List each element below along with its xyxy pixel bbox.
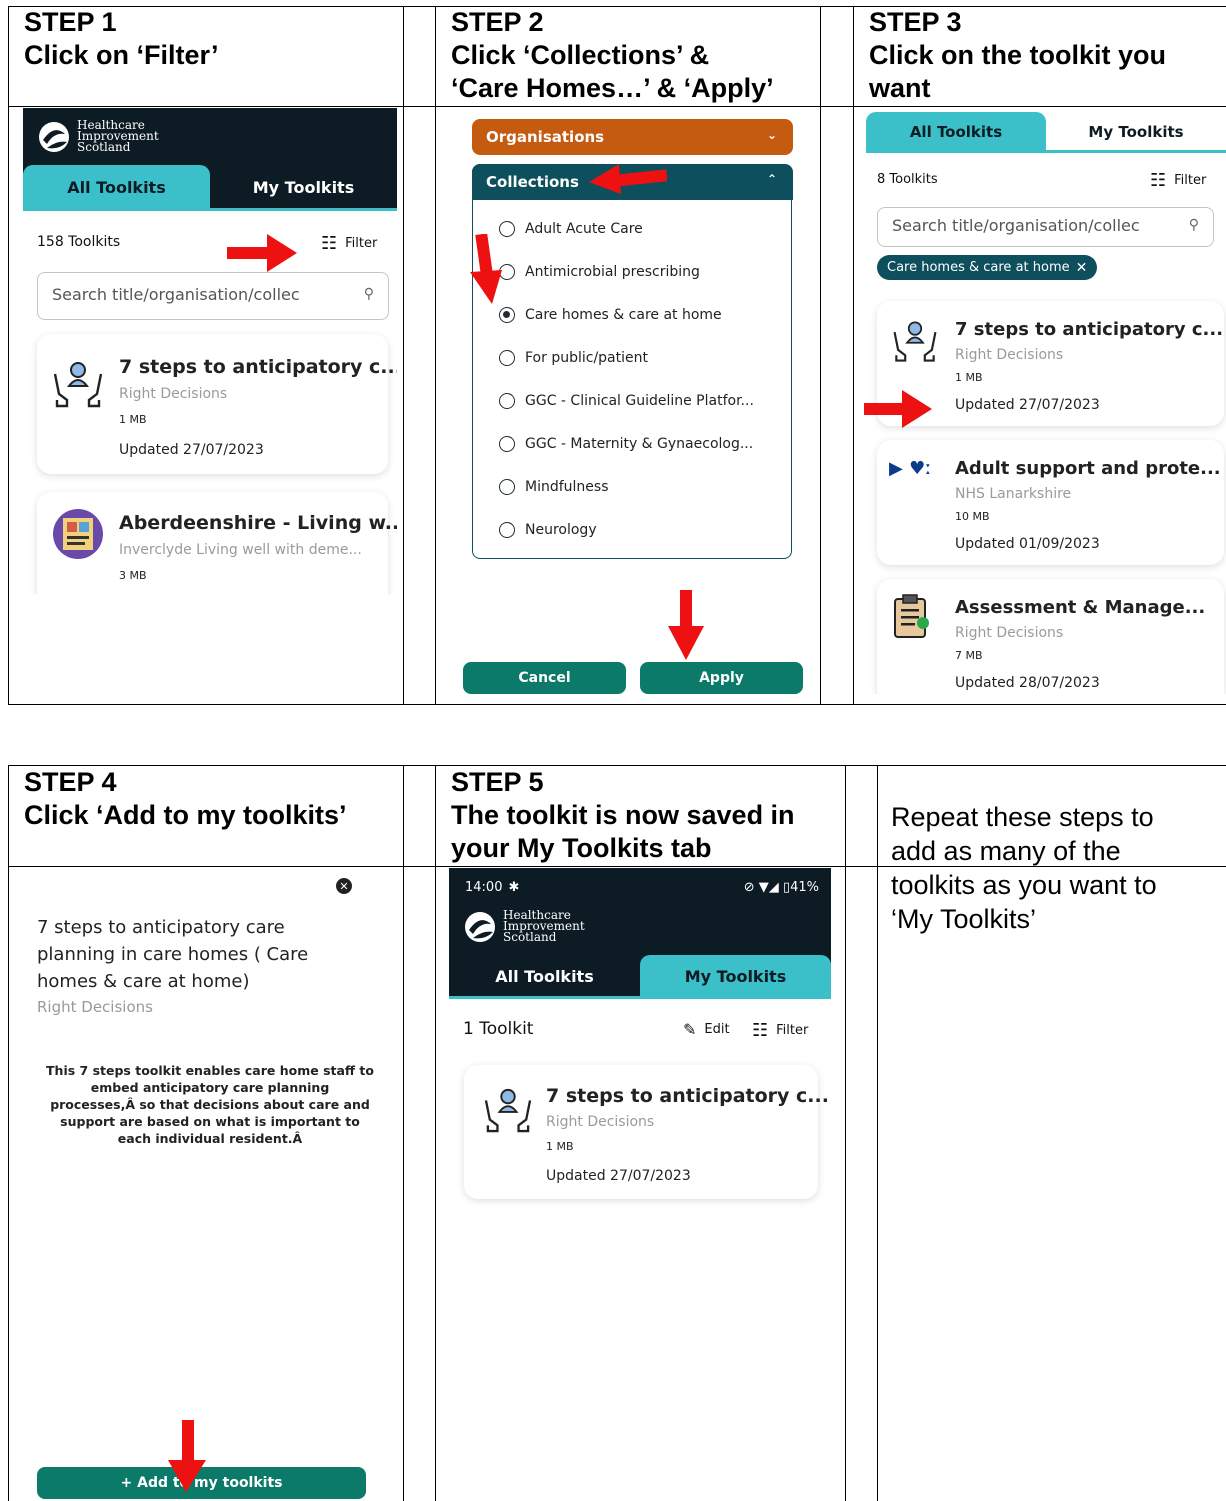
collection-option[interactable]: Antimicrobial prescribing	[499, 264, 700, 280]
tab-my-toolkits[interactable]: My Toolkits	[640, 955, 831, 997]
filter-button[interactable]: ☷ Filter	[321, 233, 377, 254]
toolkit-count: 158 Toolkits	[37, 234, 121, 250]
step4-heading: STEP 4 Click ‘Add to my toolkits’	[24, 767, 347, 830]
care-hands-icon	[893, 321, 937, 362]
filter-chip[interactable]: Care homes & care at home ✕	[877, 255, 1098, 280]
tab-all-toolkits[interactable]: All Toolkits	[866, 112, 1046, 152]
his-logo-icon	[39, 122, 69, 152]
care-hands-icon	[53, 362, 103, 408]
wifi-signal-icon: ⊘ ▼◢ ▯	[743, 880, 791, 895]
red-arrow-down	[668, 590, 704, 660]
toolkit-count: 1 Toolkit	[463, 1019, 534, 1039]
clipboard-icon	[894, 594, 929, 638]
close-icon[interactable]: ✕	[1076, 260, 1088, 276]
screen5-my-toolkits: 14:00 ✱ ⊘ ▼◢ ▯41% Healthcare Improvement Sc…	[449, 868, 831, 1210]
red-arrow-down	[470, 234, 502, 304]
pencil-icon: ✎	[683, 1020, 697, 1039]
status-icons: ⊘ ▼◢ ▯41%	[743, 880, 819, 895]
filter-icon: ☷	[1150, 170, 1167, 191]
search-icon: ⚲	[363, 286, 374, 302]
collection-option[interactable]: GGC - Clinical Guideline Platfor...	[499, 393, 754, 409]
tab-underline	[23, 208, 397, 211]
screen2-filter-panel: Organisations ⌄ Collections ⌃ Adult Acut…	[437, 108, 819, 704]
tab-underline	[866, 150, 1226, 153]
toolkit-card[interactable]: 7 steps to anticipatory c... Right Decis…	[464, 1065, 829, 1199]
toolkit-count: 8 Toolkits	[877, 172, 938, 187]
search-input[interactable]: Search title/organisation/collec ⚲	[37, 272, 389, 320]
search-icon: ⚲	[1188, 217, 1199, 233]
status-bar: 14:00 ✱	[465, 880, 520, 895]
tab-all-toolkits[interactable]: All Toolkits	[23, 165, 210, 209]
filter-icon: ☷	[752, 1020, 769, 1041]
tab-my-toolkits[interactable]: My Toolkits	[210, 165, 397, 209]
tab-my-toolkits[interactable]: My Toolkits	[1046, 112, 1226, 152]
step5-heading: STEP 5 The toolkit is now saved in your My…	[451, 767, 795, 863]
notification-icon: ✱	[508, 880, 520, 895]
edit-button[interactable]: ✎ Edit	[683, 1020, 730, 1039]
screen1-all-toolkits: Healthcare Improvement Scotland All Toolki…	[23, 108, 397, 594]
apply-button[interactable]: Apply	[640, 662, 803, 694]
his-logo-icon	[465, 912, 495, 942]
toolkit-card[interactable]: Assessment & Manage... Right Decisions 7…	[877, 579, 1224, 694]
collection-option[interactable]: Adult Acute Care	[499, 221, 643, 237]
red-arrow-right	[227, 234, 297, 272]
cancel-button[interactable]: Cancel	[463, 662, 626, 694]
organisations-accordion[interactable]: Organisations ⌄	[472, 119, 793, 155]
care-hands-icon	[484, 1088, 532, 1133]
chevron-down-icon: ⌄	[766, 128, 777, 142]
collection-option[interactable]: For public/patient	[499, 350, 648, 366]
close-icon[interactable]: ✕	[336, 878, 352, 894]
red-arrow-down	[168, 1420, 206, 1492]
step2-heading: STEP 2 Click ‘Collections’ & ‘Care Homes…’…	[451, 7, 774, 103]
toolkit-card[interactable]: Aberdeenshire - Living w... Inverclyde L…	[37, 492, 397, 594]
toolkit-card[interactable]: 7 steps to anticipatory c... Right Decis…	[37, 334, 397, 474]
collection-option[interactable]: Neurology	[499, 522, 597, 538]
screen4-toolkit-detail: ✕ 7 steps to anticipatory care planning i…	[23, 868, 397, 1501]
filter-button[interactable]: ☷ Filter	[752, 1020, 808, 1041]
red-arrow-left	[589, 164, 667, 194]
collection-option-selected[interactable]: Care homes & care at home	[499, 307, 722, 323]
filter-icon: ☷	[321, 233, 338, 254]
book-thumbnail-icon	[53, 509, 103, 559]
step1-heading: STEP 1 Click on ‘Filter’	[24, 7, 219, 70]
toolkit-title: 7 steps to anticipatory care planning in …	[37, 917, 309, 992]
chevron-up-icon: ⌃	[766, 172, 777, 186]
step3-heading: STEP 3 Click on the toolkit you want	[869, 7, 1167, 103]
collection-option[interactable]: GGC - Maternity & Gynaecolog...	[499, 436, 753, 452]
toolkit-org: Right Decisions	[37, 998, 153, 1016]
repeat-note: Repeat these steps to add as many of the t…	[891, 802, 1157, 934]
tab-all-toolkits[interactable]: All Toolkits	[449, 955, 640, 997]
nhs-logo-icon: ▶ ♥ː	[889, 458, 932, 479]
search-input[interactable]: Search title/organisation/collec ⚲	[877, 207, 1214, 247]
red-arrow-right	[864, 390, 932, 428]
toolkit-card[interactable]: ▶ ♥ː Adult support and prote... NHS Lana…	[877, 440, 1224, 565]
toolkit-description: This 7 steps toolkit enables care home s…	[46, 1063, 374, 1146]
tab-underline	[449, 996, 831, 999]
filter-button[interactable]: ☷ Filter	[1150, 170, 1206, 191]
collection-option[interactable]: Mindfulness	[499, 479, 609, 495]
